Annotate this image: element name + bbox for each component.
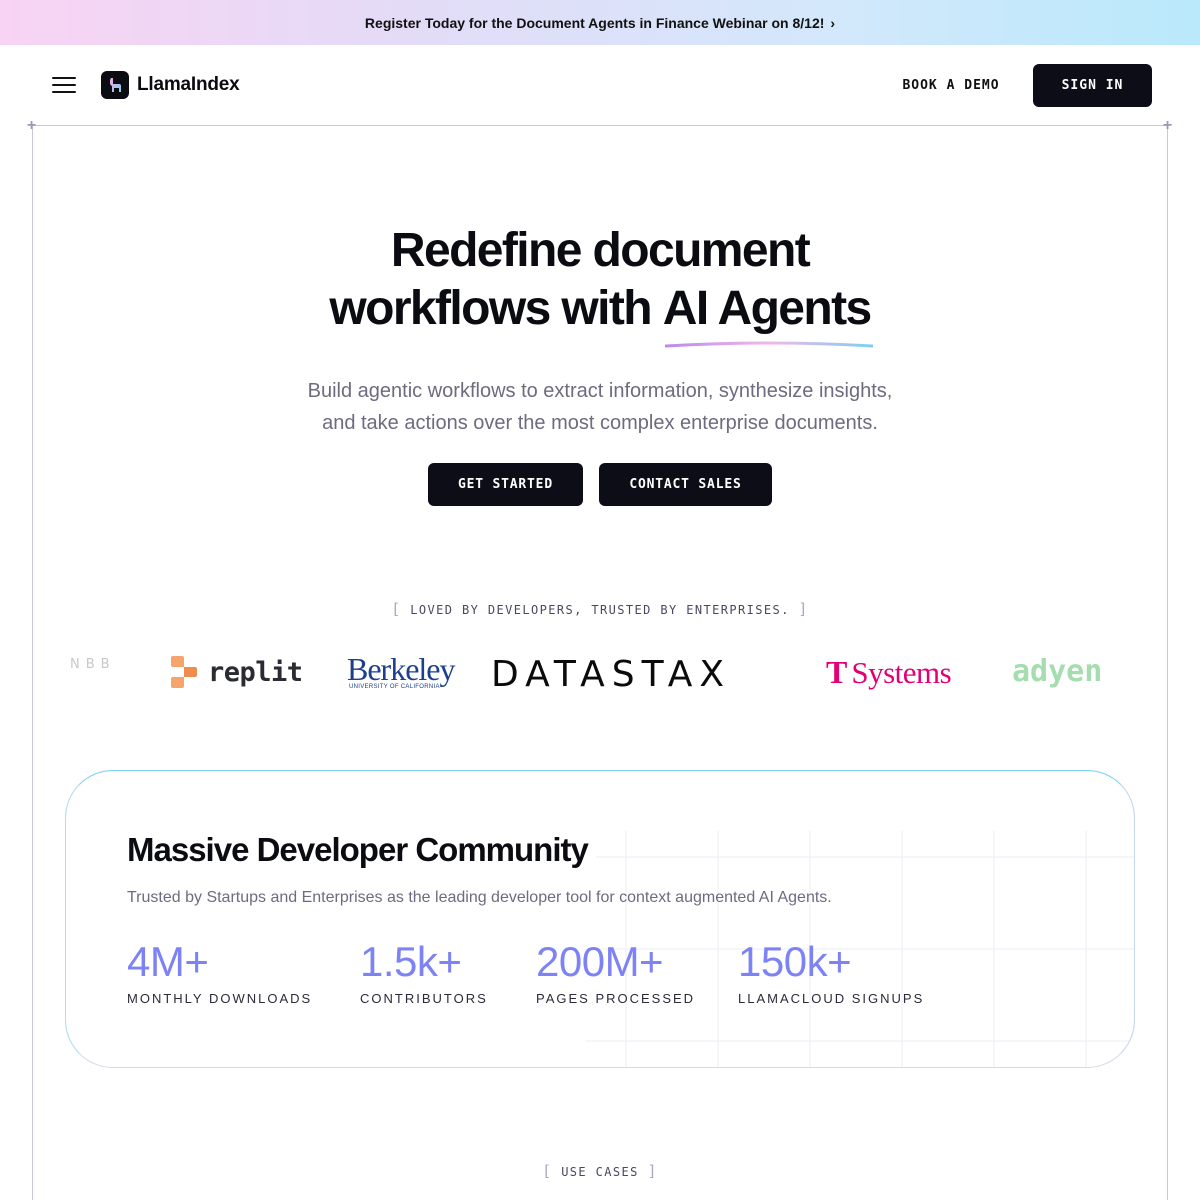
stat-contributors: 1.5k+ CONTRIBUTORS — [360, 937, 488, 1006]
hero-subtitle-line2: and take actions over the most complex e… — [322, 412, 878, 434]
community-subtitle: Trusted by Startups and Enterprises as t… — [127, 889, 832, 906]
tsystems-wordmark: Systems — [851, 654, 952, 690]
announcement-banner[interactable]: Register Today for the Document Agents i… — [0, 0, 1200, 45]
plus-corner-icon: + — [1162, 117, 1173, 134]
sign-in-button[interactable]: SIGN IN — [1033, 64, 1152, 107]
site-header: LlamaIndex BOOK A DEMO SIGN IN — [0, 45, 1200, 126]
datastax-logo: DATASTAX — [491, 654, 732, 695]
berkeley-subtext: UNIVERSITY OF CALIFORNIA — [349, 684, 440, 690]
hero-title: Redefine document workflows with AI Agen… — [0, 222, 1200, 338]
hero-title-accent: AI Agents — [662, 282, 872, 335]
stat-value: 1.5k+ — [360, 938, 462, 985]
stat-value: 4M+ — [127, 938, 209, 985]
hero-subtitle-line1: Build agentic workflows to extract infor… — [307, 380, 893, 402]
tsystems-logo: T Systems — [826, 654, 952, 691]
hero-title-line2-prefix: workflows with — [329, 282, 663, 335]
community-title: Massive Developer Community — [127, 831, 596, 869]
stat-label: LLAMACLOUD SIGNUPS — [738, 991, 925, 1006]
llamaindex-logo[interactable]: LlamaIndex — [101, 71, 240, 99]
stat-label: CONTRIBUTORS — [360, 991, 488, 1006]
plus-corner-icon: + — [26, 117, 37, 134]
hero-underline-decoration — [665, 341, 873, 348]
book-demo-link[interactable]: BOOK A DEMO — [890, 64, 1012, 106]
hero-title-line1: Redefine document — [390, 224, 811, 277]
stat-value: 200M+ — [536, 938, 664, 985]
berkeley-logo: Berkeley UNIVERSITY OF CALIFORNIA — [347, 651, 455, 690]
stat-label: PAGES PROCESSED — [536, 991, 696, 1006]
stat-monthly-downloads: 4M+ MONTHLY DOWNLOADS — [127, 937, 312, 1006]
chevron-right-icon: › — [830, 14, 836, 31]
use-cases-eyebrow-text: USE CASES — [561, 1165, 639, 1179]
customer-logos: NBB replit Berkeley UNIVERSITY OF CALIFO… — [0, 640, 1200, 710]
replit-icon — [171, 656, 197, 688]
trusted-eyebrow: [ LOVED BY DEVELOPERS, TRUSTED BY ENTERP… — [391, 600, 809, 618]
replit-logo: replit — [170, 656, 303, 688]
berkeley-wordmark: Berkeley — [347, 651, 455, 687]
community-card: Massive Developer Community Trusted by S… — [65, 770, 1135, 1068]
banner-text[interactable]: Register Today for the Document Agents i… — [365, 15, 824, 31]
stat-label: MONTHLY DOWNLOADS — [127, 991, 313, 1006]
get-started-button[interactable]: GET STARTED — [428, 463, 583, 506]
adyen-logo: adyen — [1012, 654, 1103, 689]
stat-llamacloud-signups: 150k+ LLAMACLOUD SIGNUPS — [738, 937, 924, 1006]
hamburger-menu-icon[interactable] — [52, 75, 76, 95]
replit-wordmark: replit — [208, 656, 303, 688]
stat-pages-processed: 200M+ PAGES PROCESSED — [536, 937, 695, 1006]
trusted-eyebrow-text: LOVED BY DEVELOPERS, TRUSTED BY ENTERPRI… — [410, 603, 790, 617]
nbb-logo: NBB — [70, 657, 116, 672]
logo-wordmark: LlamaIndex — [137, 74, 240, 95]
frame-line-top — [32, 125, 1168, 126]
tsystems-t-mark: T — [826, 654, 848, 690]
use-cases-eyebrow: [ USE CASES ] — [542, 1162, 658, 1180]
stat-value: 150k+ — [738, 938, 852, 985]
contact-sales-button[interactable]: CONTACT SALES — [599, 463, 772, 506]
llama-icon — [101, 71, 129, 99]
hero-subtitle: Build agentic workflows to extract infor… — [250, 375, 950, 439]
